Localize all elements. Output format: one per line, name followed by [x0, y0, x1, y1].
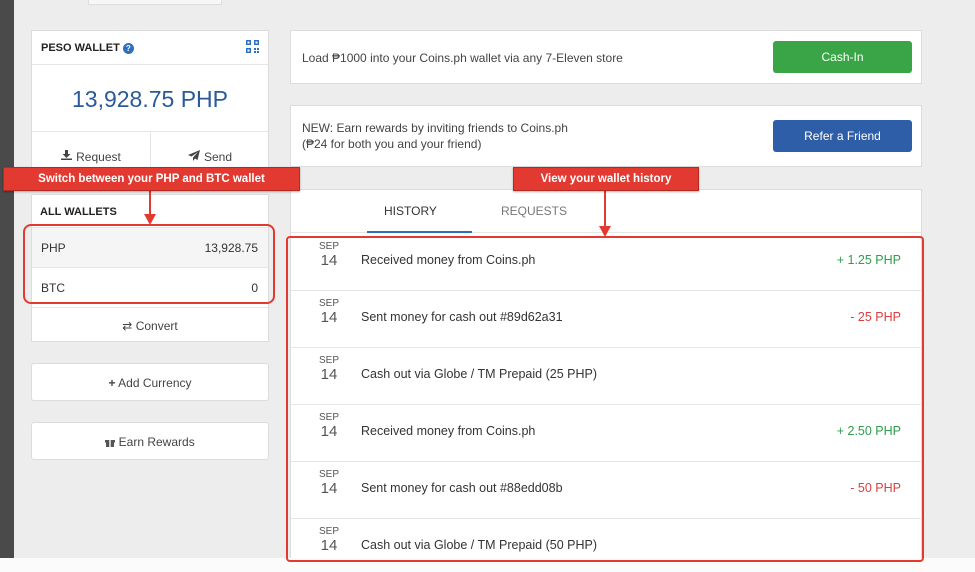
- cashin-promo-text: Load ₱1000 into your Coins.ph wallet via…: [302, 51, 623, 65]
- peso-wallet-card: PESO WALLET? 13,928.75 PHP Request Send: [31, 30, 269, 173]
- wallet-title-text: PESO WALLET: [41, 42, 120, 54]
- wallet-header: PESO WALLET?: [32, 31, 268, 65]
- arrow-down-icon: [599, 190, 611, 237]
- convert-label: Convert: [135, 319, 178, 333]
- download-icon: [61, 150, 73, 163]
- info-icon[interactable]: ?: [122, 43, 134, 54]
- window-frame-left: [0, 0, 14, 572]
- qr-code-icon[interactable]: [246, 40, 259, 53]
- arrow-down-icon: [144, 190, 156, 225]
- gift-icon: [105, 435, 118, 449]
- annotation-view-history: View your wallet history: [513, 167, 699, 191]
- wallet-actions: Request Send: [32, 131, 268, 173]
- cashin-promo-card: Load ₱1000 into your Coins.ph wallet via…: [290, 30, 922, 84]
- refer-a-friend-button[interactable]: Refer a Friend: [773, 120, 912, 152]
- earn-rewards-label: Earn Rewards: [118, 435, 195, 449]
- wallets-highlight-box: [23, 224, 275, 304]
- plus-icon: +: [108, 376, 116, 390]
- request-label: Request: [76, 149, 121, 164]
- top-tab-remnant: [88, 0, 222, 5]
- paper-plane-icon: [187, 149, 200, 164]
- earn-rewards-button[interactable]: Earn Rewards: [31, 422, 269, 460]
- add-currency-button[interactable]: + Add Currency: [31, 363, 269, 401]
- tab-history[interactable]: HISTORY: [384, 204, 437, 218]
- all-wallets-title: ALL WALLETS: [40, 206, 117, 218]
- send-label: Send: [203, 149, 233, 164]
- add-currency-label: Add Currency: [118, 376, 192, 390]
- cash-in-button[interactable]: Cash-In: [773, 41, 912, 73]
- tab-requests[interactable]: REQUESTS: [501, 204, 567, 218]
- wallet-title: PESO WALLET?: [41, 42, 134, 54]
- annotation-switch-wallet: Switch between your PHP and BTC wallet: [3, 167, 300, 191]
- history-highlight-box: [286, 236, 924, 562]
- refer-promo-line1: NEW: Earn rewards by inviting friends to…: [302, 121, 568, 135]
- wallet-balance: 13,928.75 PHP: [71, 86, 228, 112]
- exchange-icon: ⇄: [122, 319, 133, 333]
- active-tab-indicator: [367, 231, 472, 233]
- refer-promo-card: NEW: Earn rewards by inviting friends to…: [290, 105, 922, 167]
- refer-promo-text: NEW: Earn rewards by inviting friends to…: [302, 120, 568, 152]
- refer-promo-line2: (₱24 for both you and your friend): [302, 137, 482, 151]
- convert-button[interactable]: ⇄ Convert: [32, 307, 268, 342]
